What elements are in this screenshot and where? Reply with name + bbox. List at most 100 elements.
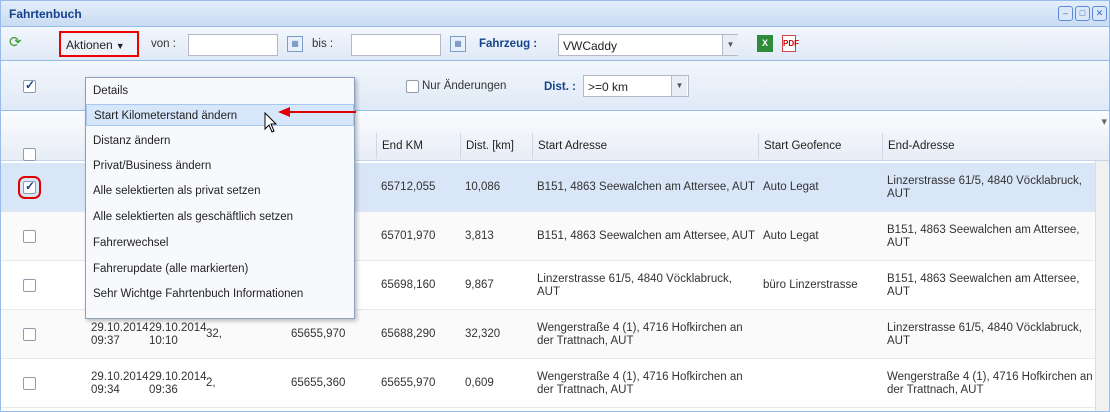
end-datetime-cell-end: 29.10.2014 [149, 321, 207, 334]
start-adresse-cell-text: Linzerstrasse 61/5, 4840 Vöcklabruck, AU… [537, 272, 732, 298]
dist-cell-text: 32,320 [465, 328, 501, 340]
row-checkbox[interactable] [23, 328, 36, 341]
calendar-icon[interactable]: ▦ [450, 36, 466, 52]
actions-menu-button[interactable]: Aktionen ▼ [59, 31, 139, 57]
start-adresse-cell: Wengerstraße 4 (1), 4716 Hofkirchen an d… [532, 359, 756, 408]
row-checkbox[interactable] [18, 176, 41, 199]
start-datetime-cell-start-time: 09:37 [91, 334, 120, 347]
menu-item[interactable]: Sehr Wichtge Fahrtenbuch Informationen [86, 283, 354, 305]
end-km-cell: 65712,055 [376, 163, 460, 212]
close-button[interactable]: ✕ [1092, 6, 1107, 21]
window-controls: – □ ✕ [1058, 6, 1107, 21]
dist-cell: 10,086 [460, 163, 530, 212]
col-start-adresse[interactable]: Start Adresse [532, 133, 756, 159]
start-geofence-cell-text: Auto Legat [763, 230, 819, 242]
nur-aenderungen-label: Nur Änderungen [422, 80, 507, 92]
col-start-geofence[interactable]: Start Geofence [758, 133, 882, 159]
nur-aenderungen-checkbox[interactable] [406, 80, 419, 93]
end-datetime-cell-end-time: 10:10 [149, 334, 178, 347]
menu-item[interactable]: Distanz ändern [86, 130, 354, 152]
start-datetime-cell-start: 29.10.2014 [91, 321, 149, 334]
end-adresse-cell-text: B151, 4863 Seewalchen am Attersee, AUT [887, 223, 1080, 249]
annotation-arrow-icon [278, 107, 356, 117]
start-km-cell-text: 65655,360 [291, 377, 346, 389]
menu-item[interactable]: Fahrerupdate (alle markierten) [86, 258, 354, 280]
bis-label: bis : [312, 38, 334, 50]
table-row[interactable]: 29.10.2014 09:34 29.10.2014 09:36 2, 65655,36… [1, 359, 1109, 408]
chevron-down-icon: ▼ [115, 41, 125, 51]
row-checkbox[interactable] [23, 279, 36, 292]
dist-cell: 9,867 [460, 261, 530, 310]
menu-item[interactable]: Details [86, 80, 354, 102]
dist-cell: 0,609 [460, 359, 530, 408]
start-adresse-cell: Linzerstrasse 61/5, 4840 Vöcklabruck, AU… [532, 261, 756, 310]
end-datetime-cell: 29.10.2014 09:36 [144, 359, 207, 408]
window-titlebar: Fahrtenbuch – □ ✕ [1, 1, 1109, 27]
dist-cell-text: 3,813 [465, 230, 494, 242]
start-datetime-cell-start-time: 09:34 [91, 383, 120, 396]
end-km-cell-text: 65712,055 [381, 181, 436, 193]
dauer-cell: 2, [201, 359, 235, 408]
start-adresse-cell-text: B151, 4863 Seewalchen am Attersee, AUT [537, 230, 755, 242]
end-adresse-cell-text: Linzerstrasse 61/5, 4840 Vöcklabruck, AU… [887, 321, 1082, 347]
dauer-cell-text: 2, [206, 377, 216, 389]
start-datetime-cell-start: 29.10.2014 [91, 370, 149, 383]
von-label: von : [151, 38, 176, 50]
start-adresse-cell-text: B151, 4863 Seewalchen am Attersee, AUT [537, 181, 755, 193]
window-title: Fahrtenbuch [9, 7, 82, 21]
chevron-down-icon[interactable]: ▼ [671, 76, 687, 96]
start-km-cell-text: 65655,970 [291, 328, 346, 340]
dist-cell-text: 9,867 [465, 279, 494, 291]
start-geofence-cell-text: Auto Legat [763, 181, 819, 193]
start-datetime-cell: 29.10.2014 09:34 [86, 359, 149, 408]
fahrzeug-select[interactable]: VWCaddy [558, 34, 738, 56]
end-km-cell: 65655,970 [376, 359, 460, 408]
chevron-down-icon[interactable]: ▼ [722, 35, 738, 55]
dist-cell: 3,813 [460, 212, 530, 261]
col-dist[interactable]: Dist. [km] [460, 133, 530, 159]
start-geofence-cell-text: büro Linzerstrasse [763, 279, 858, 291]
column-options-icon[interactable]: ▾ [1101, 115, 1107, 128]
von-date-input[interactable] [188, 34, 278, 56]
refresh-icon[interactable]: ⟳ [9, 35, 25, 51]
start-adresse-cell-text: Wengerstraße 4 (1), 4716 Hofkirchen an d… [537, 370, 743, 396]
dist-cell-text: 0,609 [465, 377, 494, 389]
select-all-checkbox[interactable] [23, 78, 36, 93]
mouse-cursor-icon [264, 112, 278, 133]
calendar-icon[interactable]: ▦ [287, 36, 303, 52]
grid-scrollbar[interactable] [1095, 161, 1109, 411]
start-geofence-cell: büro Linzerstrasse [758, 261, 882, 310]
end-km-cell-text: 65701,970 [381, 230, 436, 242]
header-checkbox[interactable] [23, 148, 36, 161]
actions-label: Aktionen [66, 38, 113, 52]
bis-date-input[interactable] [351, 34, 441, 56]
end-datetime-cell-end-time: 09:36 [149, 383, 178, 396]
end-adresse-cell: Linzerstrasse 61/5, 4840 Vöcklabruck, AU… [882, 163, 1096, 212]
pdf-export-icon[interactable]: PDF [782, 35, 799, 52]
menu-item[interactable]: Alle selektierten als geschäftlich setze… [86, 206, 354, 228]
col-end-km[interactable]: End KM [376, 133, 460, 159]
start-geofence-cell [758, 359, 882, 408]
end-adresse-cell-text: B151, 4863 Seewalchen am Attersee, AUT [887, 272, 1080, 298]
start-geofence-cell: Auto Legat [758, 163, 882, 212]
maximize-button[interactable]: □ [1075, 6, 1090, 21]
excel-export-icon[interactable]: X [757, 35, 773, 52]
row-checkbox[interactable] [23, 377, 36, 390]
menu-item[interactable]: Alle selektierten als privat setzen [86, 180, 354, 202]
menu-item[interactable]: Fahrerwechsel [86, 232, 354, 254]
col-end-adresse[interactable]: End-Adresse [882, 133, 1096, 159]
end-datetime-cell-end: 29.10.2014 [149, 370, 207, 383]
end-adresse-cell-text: Linzerstrasse 61/5, 4840 Vöcklabruck, AU… [887, 174, 1082, 200]
end-adresse-cell-text: Wengerstraße 4 (1), 4716 Hofkirchen an d… [887, 370, 1093, 396]
row-checkbox[interactable] [23, 230, 36, 243]
end-km-cell: 65688,290 [376, 310, 460, 359]
dauer-cell-text: 32, [206, 328, 222, 340]
minimize-button[interactable]: – [1058, 6, 1073, 21]
dist-label: Dist. : [544, 81, 576, 93]
dist-cell-text: 10,086 [465, 181, 501, 193]
end-adresse-cell: B151, 4863 Seewalchen am Attersee, AUT [882, 212, 1096, 261]
end-km-cell: 65701,970 [376, 212, 460, 261]
menu-item[interactable]: Privat/Business ändern [86, 155, 354, 177]
end-km-cell-text: 65688,290 [381, 328, 436, 340]
start-geofence-cell [758, 310, 882, 359]
